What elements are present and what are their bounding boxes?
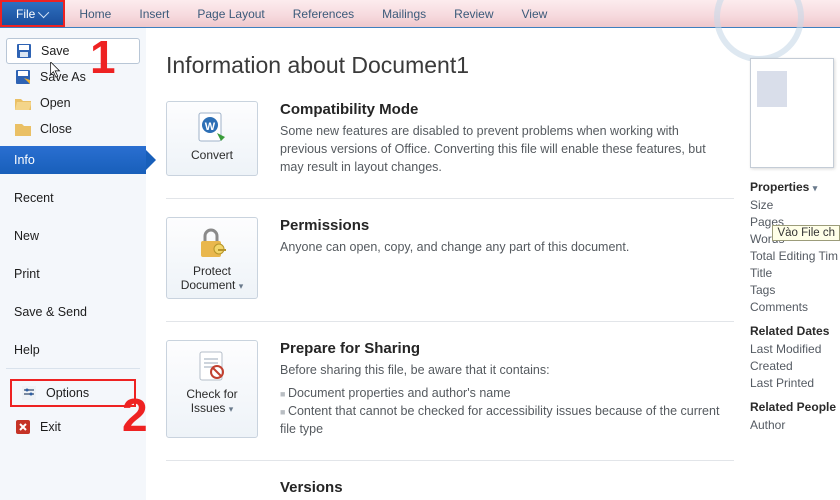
sidebar-close[interactable]: Close xyxy=(0,116,146,142)
perm-body: Anyone can open, copy, and change any pa… xyxy=(280,238,720,256)
section-versions: Versions There are no previous versions … xyxy=(166,460,734,500)
protect-document-button[interactable]: Protect Document ▾ xyxy=(166,217,258,299)
properties-panel: Properties ▾ Size Pages Words Total Edit… xyxy=(744,28,840,500)
related-people-heading: Related People xyxy=(750,400,840,414)
sidebar-exit-label: Exit xyxy=(40,420,61,434)
prop-total-editing: Total Editing Tim xyxy=(750,249,840,263)
close-icon xyxy=(14,121,32,137)
backstage-sidebar: Save Save As Open Close Info Recent New … xyxy=(0,28,146,500)
sidebar-open-label: Open xyxy=(40,96,71,110)
prop-comments: Comments xyxy=(750,300,840,314)
ribbon-tabs: File Home Insert Page Layout References … xyxy=(0,0,840,28)
document-thumbnail[interactable] xyxy=(750,58,834,168)
prop-last-printed: Last Printed xyxy=(750,376,840,390)
section-permissions: Protect Document ▾ Permissions Anyone ca… xyxy=(166,198,734,321)
convert-icon: W xyxy=(194,110,230,144)
convert-button[interactable]: W Convert xyxy=(166,101,258,176)
sidebar-close-label: Close xyxy=(40,122,72,136)
prop-last-modified: Last Modified xyxy=(750,342,840,356)
section-prepare-sharing: Check for Issues ▾ Prepare for Sharing B… xyxy=(166,321,734,460)
properties-heading[interactable]: Properties ▾ xyxy=(750,180,840,194)
tab-review[interactable]: Review xyxy=(440,0,507,27)
sidebar-info[interactable]: Info xyxy=(0,146,146,174)
tab-view[interactable]: View xyxy=(508,0,562,27)
related-dates-heading: Related Dates xyxy=(750,324,840,338)
share-intro: Before sharing this file, be aware that … xyxy=(280,361,720,379)
save-icon xyxy=(15,43,33,59)
tab-file[interactable]: File xyxy=(0,0,65,27)
tab-home[interactable]: Home xyxy=(65,0,125,27)
prop-tags: Tags xyxy=(750,283,840,297)
sidebar-exit[interactable]: Exit xyxy=(0,413,146,441)
open-icon xyxy=(14,95,32,111)
sidebar-open[interactable]: Open xyxy=(0,90,146,116)
backstage-content: Information about Document1 W Convert Co… xyxy=(146,28,744,500)
perm-heading: Permissions xyxy=(280,217,720,234)
protect-icon xyxy=(194,226,230,260)
versions-heading: Versions xyxy=(280,479,720,496)
section-compatibility: W Convert Compatibility Mode Some new fe… xyxy=(166,91,734,198)
share-heading: Prepare for Sharing xyxy=(280,340,720,357)
prop-title: Title xyxy=(750,266,840,280)
prop-size: Size xyxy=(750,198,840,212)
tooltip: Vào File ch xyxy=(772,225,840,241)
save-as-icon xyxy=(14,69,32,85)
prop-author: Author xyxy=(750,418,840,432)
compat-body: Some new features are disabled to preven… xyxy=(280,122,720,176)
sidebar-save-send[interactable]: Save & Send xyxy=(0,298,146,326)
sidebar-recent[interactable]: Recent xyxy=(0,184,146,212)
sidebar-save[interactable]: Save xyxy=(6,38,140,64)
compat-heading: Compatibility Mode xyxy=(280,101,720,118)
protect-button-label: Protect Document ▾ xyxy=(171,264,253,292)
sidebar-save-as[interactable]: Save As xyxy=(0,64,146,90)
check-issues-button[interactable]: Check for Issues ▾ xyxy=(166,340,258,438)
convert-button-label: Convert xyxy=(171,148,253,162)
check-issues-icon xyxy=(194,349,230,383)
check-issues-label: Check for Issues ▾ xyxy=(171,387,253,415)
sidebar-save-as-label: Save As xyxy=(40,70,86,84)
sidebar-print[interactable]: Print xyxy=(0,260,146,288)
page-title: Information about Document1 xyxy=(166,52,734,79)
share-bullet-2: Content that cannot be checked for acces… xyxy=(280,402,720,438)
sidebar-options[interactable]: Options xyxy=(10,379,136,407)
tab-mailings[interactable]: Mailings xyxy=(368,0,440,27)
svg-text:W: W xyxy=(205,121,216,133)
tab-page-layout[interactable]: Page Layout xyxy=(183,0,278,27)
sidebar-options-label: Options xyxy=(46,386,89,400)
tab-references[interactable]: References xyxy=(279,0,368,27)
sidebar-info-label: Info xyxy=(14,153,35,167)
prop-created: Created xyxy=(750,359,840,373)
exit-icon xyxy=(14,419,32,435)
sidebar-separator xyxy=(6,368,140,369)
sidebar-save-label: Save xyxy=(41,44,70,58)
tab-insert[interactable]: Insert xyxy=(125,0,183,27)
sidebar-new[interactable]: New xyxy=(0,222,146,250)
options-icon xyxy=(20,385,38,401)
share-bullet-1: Document properties and author's name xyxy=(280,384,720,402)
sidebar-help[interactable]: Help xyxy=(0,336,146,364)
